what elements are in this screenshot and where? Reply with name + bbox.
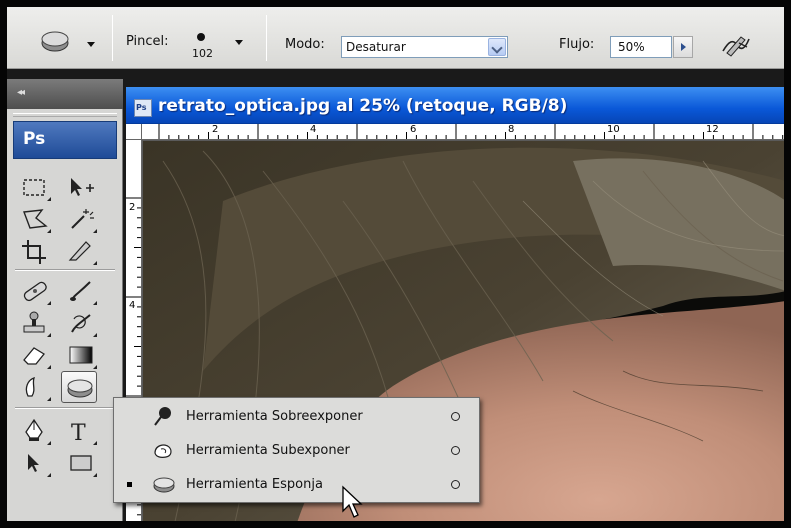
band-aid-icon bbox=[23, 281, 47, 302]
horizontal-ruler[interactable]: 2 4 6 8 10 12 bbox=[142, 124, 784, 140]
slice-icon bbox=[68, 241, 91, 261]
pen-tool[interactable] bbox=[17, 415, 53, 447]
shortcut-circle-icon bbox=[451, 480, 460, 489]
flow-input[interactable]: 50% bbox=[610, 36, 672, 58]
stamp-icon bbox=[23, 311, 45, 333]
slice-tool[interactable] bbox=[63, 235, 99, 267]
brush-size: 102 bbox=[192, 47, 213, 60]
sponge-icon bbox=[67, 379, 93, 398]
collapse-icon[interactable]: ◂◂ bbox=[17, 87, 25, 98]
menu-item-sponge[interactable]: Herramienta Esponja bbox=[114, 468, 479, 500]
history-brush-icon bbox=[71, 314, 91, 333]
marquee-icon bbox=[23, 179, 45, 196]
lasso-tool[interactable] bbox=[17, 203, 53, 235]
magic-wand-tool[interactable] bbox=[63, 203, 99, 235]
ruler-label: 2 bbox=[129, 202, 136, 213]
chevron-down-icon[interactable] bbox=[488, 38, 506, 56]
mode-value: Desaturar bbox=[346, 40, 406, 54]
toolbox-header: ◂◂ bbox=[7, 79, 123, 109]
photoshop-logo[interactable]: Ps bbox=[13, 121, 117, 159]
marquee-tool[interactable] bbox=[17, 171, 53, 203]
flow-label: Flujo: bbox=[559, 37, 595, 52]
logo-text: Ps bbox=[23, 129, 46, 149]
path-selection-tool[interactable] bbox=[17, 447, 53, 479]
ruler-label: 8 bbox=[508, 124, 515, 135]
menu-item-burn[interactable]: Herramienta Subexponer bbox=[114, 434, 479, 466]
photoshop-window: Pincel: 102 Modo: Desaturar Flujo: 50% ◂… bbox=[0, 0, 791, 528]
selected-indicator-icon bbox=[127, 482, 132, 487]
brush-tool[interactable] bbox=[63, 275, 99, 307]
chevron-down-icon bbox=[235, 40, 243, 45]
document-title: retrato_optica.jpg al 25% (retoque, RGB/… bbox=[158, 96, 568, 116]
shortcut-circle-icon bbox=[451, 412, 460, 421]
options-bar: Pincel: 102 Modo: Desaturar Flujo: 50% bbox=[7, 7, 784, 69]
flow-value: 50% bbox=[618, 40, 645, 54]
toolbox-grip[interactable] bbox=[13, 113, 117, 117]
airbrush-button[interactable] bbox=[719, 31, 759, 61]
ruler-ticks bbox=[158, 124, 784, 139]
history-brush-tool[interactable] bbox=[63, 307, 99, 339]
airbrush-icon bbox=[722, 36, 750, 57]
file-badge: Ps bbox=[136, 103, 147, 112]
brush-tip-icon bbox=[197, 33, 205, 41]
brush-label: Pincel: bbox=[126, 34, 169, 49]
blur-tool[interactable] bbox=[17, 371, 53, 403]
clone-stamp-tool[interactable] bbox=[17, 307, 53, 339]
crop-icon bbox=[22, 240, 46, 264]
rectangle-icon bbox=[70, 455, 92, 471]
document-icon: Ps bbox=[134, 99, 152, 117]
brush-icon bbox=[70, 281, 91, 301]
gradient-tool[interactable] bbox=[63, 339, 99, 371]
move-tool[interactable] bbox=[63, 171, 99, 203]
sponge-icon bbox=[153, 477, 175, 493]
gradient-icon bbox=[69, 346, 93, 364]
menu-item-dodge[interactable]: Herramienta Sobreexponer bbox=[114, 400, 479, 432]
ruler-label: 4 bbox=[129, 300, 136, 311]
dodge-icon bbox=[154, 407, 171, 426]
healing-brush-tool[interactable] bbox=[17, 275, 53, 307]
sponge-tool[interactable] bbox=[61, 371, 97, 403]
menu-item-label: Herramienta Esponja bbox=[186, 477, 323, 492]
eraser-tool[interactable] bbox=[17, 339, 53, 371]
flow-slider-button[interactable] bbox=[673, 36, 693, 58]
mode-select[interactable]: Desaturar bbox=[341, 36, 508, 58]
mouse-cursor-icon bbox=[342, 485, 363, 518]
brush-picker[interactable]: 102 bbox=[187, 28, 251, 64]
menu-item-label: Herramienta Subexponer bbox=[186, 443, 350, 458]
polygonal-lasso-icon bbox=[23, 209, 48, 229]
toning-tools-flyout: Herramienta Sobreexponer Herramienta Sub… bbox=[113, 397, 480, 503]
smudge-icon bbox=[25, 376, 36, 397]
tool-preset-picker[interactable] bbox=[37, 28, 107, 56]
rectangle-tool[interactable] bbox=[63, 447, 99, 479]
toolbox: ◂◂ Ps T bbox=[7, 79, 123, 521]
ruler-label: 12 bbox=[706, 124, 719, 135]
arrow-icon bbox=[28, 454, 39, 472]
chevron-down-icon bbox=[87, 42, 95, 47]
ruler-origin[interactable] bbox=[126, 124, 142, 140]
crop-tool[interactable] bbox=[17, 235, 53, 267]
document-titlebar[interactable]: Ps retrato_optica.jpg al 25% (retoque, R… bbox=[126, 87, 784, 124]
burn-icon bbox=[154, 444, 172, 458]
text-icon: T bbox=[71, 421, 86, 444]
sponge-icon bbox=[41, 31, 69, 52]
ruler-label: 6 bbox=[410, 124, 417, 135]
ruler-label: 4 bbox=[310, 124, 317, 135]
ruler-label: 2 bbox=[212, 124, 219, 135]
shortcut-circle-icon bbox=[451, 446, 460, 455]
magic-wand-icon bbox=[71, 209, 94, 229]
svg-text:T: T bbox=[71, 421, 86, 444]
menu-item-label: Herramienta Sobreexponer bbox=[186, 409, 363, 424]
eraser-icon bbox=[23, 347, 45, 365]
ruler-label: 10 bbox=[607, 124, 620, 135]
mode-label: Modo: bbox=[285, 37, 325, 52]
pen-icon bbox=[25, 418, 43, 441]
move-icon bbox=[71, 178, 94, 196]
type-tool[interactable]: T bbox=[63, 415, 99, 447]
